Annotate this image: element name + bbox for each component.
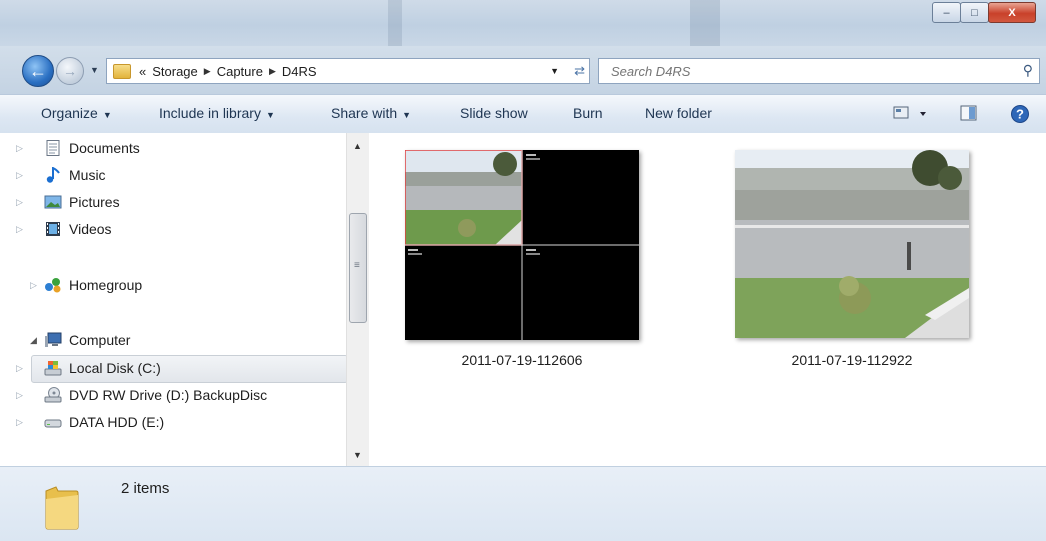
dvd-drive-icon xyxy=(44,387,62,403)
breadcrumb-overflow[interactable]: « xyxy=(139,64,146,79)
nav-item-label: DVD RW Drive (D:) BackupDisc xyxy=(69,387,268,403)
organize-button[interactable]: Organize ▼ xyxy=(41,105,112,121)
background-streak xyxy=(690,0,720,46)
computer-icon xyxy=(45,332,62,347)
chevron-down-icon: ▼ xyxy=(402,110,412,120)
breadcrumb-storage[interactable]: Storage xyxy=(152,64,198,79)
folder-icon xyxy=(45,486,79,530)
back-button[interactable]: ← xyxy=(22,55,54,87)
recent-pages-dropdown-icon[interactable]: ▼ xyxy=(90,65,99,75)
collapse-arrow-icon[interactable]: ◢ xyxy=(30,335,37,346)
details-pane: 2 items xyxy=(0,466,1046,541)
nav-item-label: Videos xyxy=(69,221,112,237)
close-button[interactable]: X xyxy=(988,2,1036,23)
expand-arrow-icon[interactable]: ▷ xyxy=(16,363,23,374)
grip-icon: ≡ xyxy=(354,260,360,271)
chevron-down-icon: ▼ xyxy=(102,110,112,120)
scroll-up-arrow-icon[interactable]: ▲ xyxy=(353,141,362,151)
maximize-button[interactable]: □ xyxy=(960,2,989,23)
nav-item-label: Local Disk (C:) xyxy=(69,360,161,376)
svg-text:?: ? xyxy=(1016,107,1024,122)
navigation-scrollbar[interactable]: ▲ ≡ ▼ xyxy=(346,133,369,466)
search-icon[interactable]: ⚲ xyxy=(1023,62,1033,79)
nav-item-local-disk[interactable]: ▷ Local Disk (C:) xyxy=(16,355,161,381)
address-bar[interactable]: « Storage ▶ Capture ▶ D4RS ▼ ⇄ xyxy=(106,58,590,84)
navigation-pane: ▷ Documents ▷ Music ▷ Pictures ▷ Videos … xyxy=(0,133,371,466)
nav-item-computer[interactable]: ◢ Computer xyxy=(30,327,131,353)
chevron-right-icon[interactable]: ▶ xyxy=(204,66,211,77)
hard-drive-icon xyxy=(44,419,62,428)
background-streak xyxy=(388,0,402,46)
minimize-button[interactable]: – xyxy=(932,2,961,23)
expand-arrow-icon[interactable]: ▷ xyxy=(16,170,23,181)
system-drive-icon xyxy=(44,361,62,376)
breadcrumb-d4rs[interactable]: D4RS xyxy=(282,64,317,79)
nav-item-label: Pictures xyxy=(69,194,120,210)
file-thumbnail-single-view[interactable] xyxy=(735,150,969,338)
pictures-icon xyxy=(44,195,62,209)
nav-item-videos[interactable]: ▷ Videos xyxy=(16,216,112,242)
search-box[interactable]: ⚲ xyxy=(598,58,1040,84)
music-icon xyxy=(46,167,60,183)
nav-item-homegroup[interactable]: ▷ Homegroup xyxy=(30,272,143,298)
nav-item-label: Homegroup xyxy=(69,277,143,293)
include-in-library-label: Include in library xyxy=(159,105,261,121)
forward-button[interactable]: → xyxy=(56,57,84,85)
share-with-button[interactable]: Share with ▼ xyxy=(331,105,411,121)
nav-item-music[interactable]: ▷ Music xyxy=(16,162,106,188)
organize-label: Organize xyxy=(41,105,98,121)
new-folder-button[interactable]: New folder xyxy=(645,105,712,121)
address-dropdown-icon[interactable]: ▼ xyxy=(550,66,559,76)
refresh-icon[interactable]: ⇄ xyxy=(574,63,585,79)
folder-icon xyxy=(113,63,131,79)
expand-arrow-icon[interactable]: ▷ xyxy=(16,224,23,235)
nav-item-pictures[interactable]: ▷ Pictures xyxy=(16,189,120,215)
nav-item-label: Computer xyxy=(69,332,131,348)
file-thumbnail-quad-view[interactable] xyxy=(405,150,639,340)
help-icon[interactable]: ? xyxy=(1010,104,1030,124)
file-name[interactable]: 2011-07-19-112922 xyxy=(722,352,982,368)
videos-icon xyxy=(46,222,60,236)
chevron-right-icon[interactable]: ▶ xyxy=(269,66,276,77)
share-with-label: Share with xyxy=(331,105,398,121)
forward-arrow-icon: → xyxy=(63,63,77,79)
nav-item-data-hdd[interactable]: ▷ DATA HDD (E:) xyxy=(16,409,165,435)
nav-item-label: DATA HDD (E:) xyxy=(69,414,165,430)
view-options-icon[interactable] xyxy=(893,104,929,122)
include-in-library-button[interactable]: Include in library ▼ xyxy=(159,105,275,121)
file-name[interactable]: 2011-07-19-112606 xyxy=(392,352,652,368)
breadcrumb-capture[interactable]: Capture xyxy=(217,64,263,79)
file-list: 2011-07-19-112606 2011-07-19-112922 xyxy=(370,133,1046,466)
slide-show-button[interactable]: Slide show xyxy=(460,105,528,121)
expand-arrow-icon[interactable]: ▷ xyxy=(16,197,23,208)
address-row: ← → ▼ « Storage ▶ Capture ▶ D4RS ▼ ⇄ ⚲ xyxy=(0,46,1046,94)
nav-item-dvd-drive[interactable]: ▷ DVD RW Drive (D:) BackupDisc xyxy=(16,382,268,408)
search-input[interactable] xyxy=(609,62,993,80)
nav-item-label: Documents xyxy=(69,140,140,156)
item-count: 2 items xyxy=(121,480,170,497)
command-bar: Organize ▼ Include in library ▼ Share with… xyxy=(0,94,1046,134)
scrollbar-thumb[interactable]: ≡ xyxy=(349,213,367,323)
expand-arrow-icon[interactable]: ▷ xyxy=(16,417,23,428)
breadcrumb: « Storage ▶ Capture ▶ D4RS xyxy=(139,64,323,79)
expand-arrow-icon[interactable]: ▷ xyxy=(16,390,23,401)
burn-button[interactable]: Burn xyxy=(573,105,603,121)
scroll-down-arrow-icon[interactable]: ▼ xyxy=(353,450,362,460)
chevron-down-icon: ▼ xyxy=(265,110,275,120)
homegroup-icon xyxy=(45,278,61,293)
expand-arrow-icon[interactable]: ▷ xyxy=(30,280,37,291)
title-bar: – □ X xyxy=(0,0,1046,46)
preview-pane-icon[interactable] xyxy=(960,104,978,122)
nav-item-documents[interactable]: ▷ Documents xyxy=(16,135,140,161)
document-icon xyxy=(46,140,60,156)
back-arrow-icon: ← xyxy=(29,60,47,81)
expand-arrow-icon[interactable]: ▷ xyxy=(16,143,23,154)
nav-item-label: Music xyxy=(69,167,106,183)
